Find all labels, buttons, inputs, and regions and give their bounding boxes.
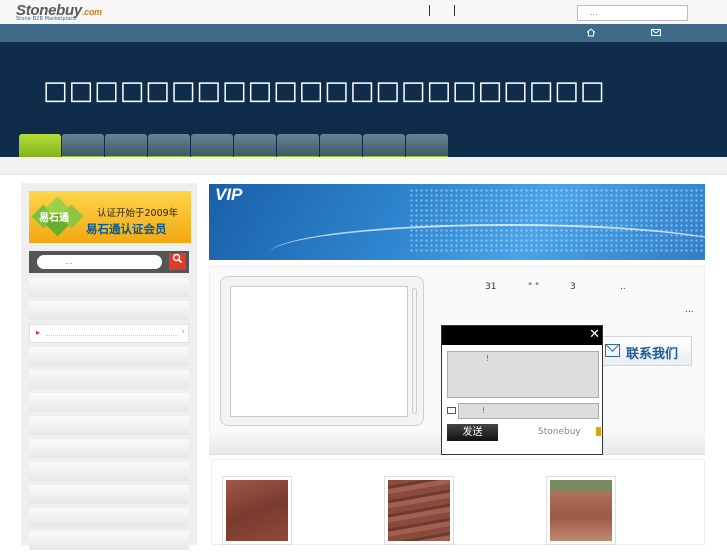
certified-member-badge[interactable]: 易石通 认证开始于2009年 易石通认证会员 — [29, 191, 191, 243]
message-popup: ✕ ! ! 发送 Stonebuy — [441, 325, 603, 455]
sidebar-item[interactable] — [29, 370, 189, 389]
top-separator — [454, 5, 455, 16]
arrow-bullet-icon: ▸ — [36, 328, 41, 337]
top-search-input[interactable]: ... — [577, 5, 688, 21]
dotted-divider — [46, 335, 178, 336]
search-icon — [172, 253, 183, 264]
minimize-icon[interactable] — [596, 427, 601, 436]
contact-us-button[interactable]: 联系我们 — [602, 336, 692, 366]
company-image-frame — [220, 276, 424, 426]
badge-line1: 认证开始于2009年 — [97, 208, 179, 219]
info-number: 31 — [485, 282, 497, 292]
info-number: 3 — [570, 282, 576, 292]
send-button[interactable]: 发送 — [447, 424, 498, 441]
sidebar-item[interactable] — [29, 462, 189, 481]
sidebar-item[interactable] — [29, 508, 189, 527]
sidebar-search-bar: ... — [29, 251, 189, 273]
nav-tab[interactable] — [19, 134, 61, 159]
logo-suffix: .com — [81, 7, 102, 17]
email-field[interactable]: ! — [458, 403, 599, 419]
badge-line2: 易石通认证会员 — [86, 222, 167, 236]
company-image — [230, 286, 408, 417]
utility-strip — [0, 24, 727, 42]
sidebar-item[interactable] — [29, 301, 189, 320]
nav-shadow-band — [0, 157, 727, 175]
product-thumbnail[interactable] — [546, 476, 616, 545]
badge-logo-text: 易石通 — [39, 213, 69, 224]
main-nav — [19, 134, 448, 159]
envelope-icon — [605, 344, 620, 357]
nav-tab[interactable] — [234, 134, 276, 159]
sidebar-item-selected[interactable]: ▸ › — [29, 324, 189, 343]
message-textarea[interactable]: ! — [447, 351, 599, 398]
top-separator — [429, 5, 430, 16]
company-title: □□□□□□□□□□□□□□□□□□□□□□ — [43, 76, 606, 106]
more-ellipsis[interactable]: ... — [685, 305, 694, 315]
nav-tab[interactable] — [148, 134, 190, 159]
nav-tab[interactable] — [406, 134, 448, 159]
vip-banner: VIP — [209, 184, 705, 260]
swoosh-graphic — [269, 224, 705, 260]
sidebar-item[interactable] — [29, 485, 189, 504]
close-icon[interactable]: ✕ — [589, 327, 600, 342]
stonebuy-logo[interactable]: Stonebuy.com Stone B2B Marketplace — [16, 2, 102, 22]
email-icon — [447, 407, 456, 414]
sidebar-item[interactable] — [29, 347, 189, 366]
sidebar-item[interactable] — [29, 278, 189, 297]
info-ellipsis: .. — [620, 282, 626, 292]
contact-us-label: 联系我们 — [626, 347, 679, 362]
popup-header: ✕ — [442, 326, 602, 345]
nav-tab[interactable] — [277, 134, 319, 159]
product-thumbnail[interactable] — [222, 476, 292, 545]
product-thumbnail[interactable] — [384, 476, 454, 545]
nav-tab[interactable] — [191, 134, 233, 159]
home-icon[interactable] — [586, 28, 596, 37]
nav-tab[interactable] — [105, 134, 147, 159]
frame-scrollbar — [412, 288, 417, 414]
chevron-right-icon: › — [181, 327, 185, 337]
sidebar-item[interactable] — [29, 439, 189, 458]
top-bar: Stonebuy.com Stone B2B Marketplace ... — [0, 0, 727, 24]
sidebar-search-input[interactable]: ... — [37, 255, 162, 269]
nav-tab[interactable] — [363, 134, 405, 159]
sidebar-item[interactable] — [29, 416, 189, 435]
nav-tab[interactable] — [320, 134, 362, 159]
info-quote: " " — [528, 282, 540, 292]
mail-icon[interactable] — [651, 28, 661, 37]
sidebar-item[interactable] — [29, 393, 189, 412]
popup-brand: Stonebuy — [538, 427, 581, 437]
vip-label: VIP — [215, 185, 243, 204]
sidebar-search-button[interactable] — [169, 253, 186, 270]
left-sidebar: 易石通 认证开始于2009年 易石通认证会员 ... ▸ › — [21, 183, 197, 550]
sidebar-item[interactable] — [29, 531, 189, 550]
sidebar-menu: ▸ › — [29, 278, 189, 554]
nav-tab[interactable] — [62, 134, 104, 159]
